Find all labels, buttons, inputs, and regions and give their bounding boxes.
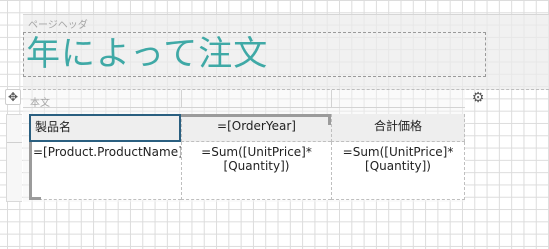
column-separator xyxy=(331,90,332,108)
report-title: 年によって注文 xyxy=(26,34,269,74)
detail-cell-sum-1[interactable]: =Sum([UnitPrice]* [Quantity]) xyxy=(181,142,331,200)
row-handle[interactable] xyxy=(6,114,22,202)
header-cell-total-price[interactable]: 合計価格 xyxy=(331,114,465,142)
header-cell-product-name[interactable]: 製品名 xyxy=(29,114,181,142)
selection-bracket xyxy=(29,142,41,200)
page-header-label: ページヘッダ xyxy=(28,20,88,31)
gear-icon[interactable]: ⚙ xyxy=(469,89,487,107)
row-handle-divider xyxy=(7,142,22,143)
body-top-rule xyxy=(23,107,465,108)
column-separator xyxy=(181,90,182,108)
selection-bracket xyxy=(181,114,331,125)
detail-cell-sum-2[interactable]: =Sum([UnitPrice]* [Quantity]) xyxy=(331,142,465,200)
move-icon[interactable]: ✥ xyxy=(5,89,21,105)
detail-cell-product-name[interactable]: =[Product.ProductName] xyxy=(29,142,183,200)
